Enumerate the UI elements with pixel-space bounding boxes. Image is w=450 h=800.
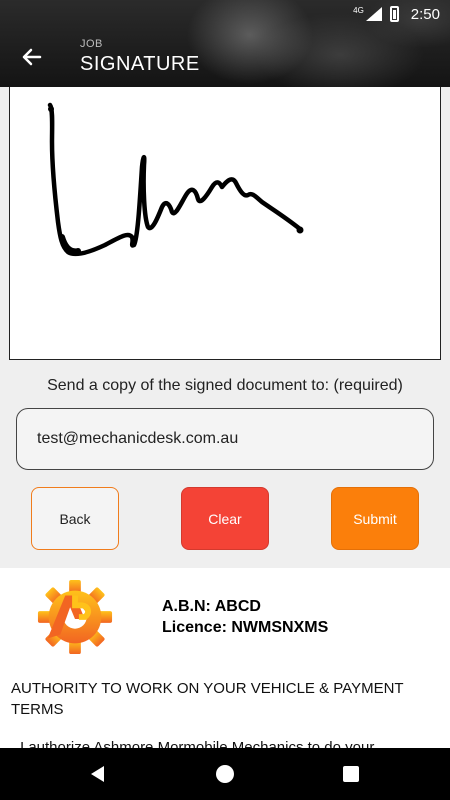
signature-pad[interactable] — [9, 87, 441, 360]
authority-heading: AUTHORITY TO WORK ON YOUR VEHICLE & PAYM… — [11, 680, 404, 718]
authority-body: I authorize Ashmore Mormobile Mechanics … — [20, 739, 375, 748]
back-button[interactable]: Back — [31, 487, 119, 550]
signature-stroke — [47, 102, 304, 257]
email-field[interactable]: test@mechanicdesk.com.au — [16, 408, 434, 470]
network-label: 4G — [353, 5, 364, 15]
circle-home-icon[interactable] — [216, 765, 234, 783]
signal-icon — [365, 7, 382, 21]
page-title: SIGNATURE — [80, 53, 200, 75]
abn-text: A.B.N: ABCD — [162, 598, 261, 615]
triangle-back-icon[interactable] — [88, 764, 108, 784]
submit-button[interactable]: Submit — [331, 487, 419, 550]
navigation-bar — [0, 748, 450, 800]
square-recents-icon[interactable] — [343, 766, 359, 782]
document-preview: A.B.N: ABCD Licence: NWMSNXMS AUTHORITY … — [0, 568, 450, 748]
app-header: 4G 2:50 JOB SIGNATURE — [0, 0, 450, 87]
company-logo — [37, 579, 113, 655]
send-copy-label: Send a copy of the signed document to: (… — [47, 377, 403, 394]
header-subtitle: JOB — [80, 38, 103, 50]
clear-button[interactable]: Clear — [181, 487, 269, 550]
status-bar: 4G 2:50 — [0, 0, 450, 28]
licence-text: Licence: NWMSNXMS — [162, 619, 329, 636]
battery-icon — [389, 6, 399, 22]
arrow-left-icon[interactable] — [16, 42, 46, 72]
clock: 2:50 — [410, 5, 440, 23]
